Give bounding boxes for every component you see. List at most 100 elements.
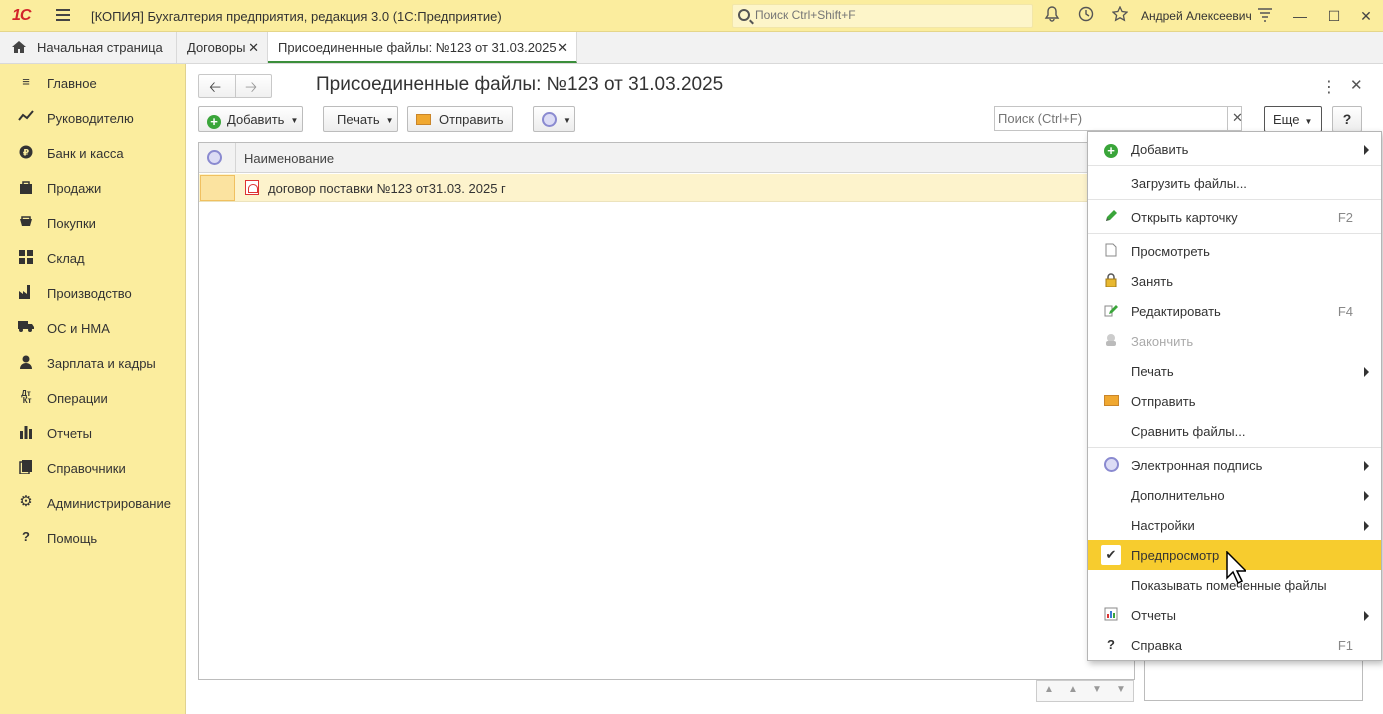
menu-item-settings[interactable]: Настройки: [1088, 510, 1381, 540]
sidebar: ≡ Главное Руководителю ₽ Банк и касса Пр…: [0, 64, 186, 714]
more-button-label: Еще: [1273, 112, 1300, 127]
sidebar-item-purchases[interactable]: Покупки: [0, 205, 185, 240]
favorites-star-icon[interactable]: [1110, 5, 1130, 26]
close-window-icon[interactable]: ✕: [1356, 6, 1376, 26]
close-tab-icon[interactable]: ✕: [248, 40, 259, 56]
add-button[interactable]: + Добавить ▼: [198, 106, 303, 132]
menu-item-edit[interactable]: Редактировать F4: [1088, 296, 1381, 326]
column-header-name[interactable]: Наименование: [244, 151, 334, 166]
sidebar-item-label: Помощь: [47, 531, 98, 546]
print-button[interactable]: Печать ▼: [323, 106, 398, 132]
envelope-icon: [416, 114, 431, 125]
menu-item-label: Загрузить файлы...: [1131, 176, 1247, 191]
menu-item-upload-files[interactable]: Загрузить файлы...: [1088, 168, 1381, 198]
mouse-cursor-icon: [1226, 551, 1246, 585]
menu-item-help[interactable]: ? Справка F1: [1088, 630, 1381, 660]
scroll-down-icon[interactable]: ▼: [1085, 684, 1109, 695]
sidebar-item-manager[interactable]: Руководителю: [0, 100, 185, 135]
sidebar-item-catalogs[interactable]: Справочники: [0, 450, 185, 485]
digital-signature-button[interactable]: ▼: [533, 106, 575, 132]
menu-item-label: Печать: [1131, 364, 1174, 379]
scroll-up-icon[interactable]: ▲: [1061, 684, 1085, 695]
add-button-label: Добавить: [227, 112, 285, 127]
tabs-bar: Начальная страница Договоры ✕ Присоедине…: [0, 32, 1383, 64]
chevron-down-icon: ▼: [563, 116, 571, 126]
search-input[interactable]: [998, 111, 1228, 126]
back-arrow-icon[interactable]: 🡠: [209, 77, 221, 102]
user-name[interactable]: Андрей Алексеевич: [1141, 9, 1252, 23]
menu-item-label: Просмотреть: [1131, 244, 1210, 259]
scroll-bottom-icon[interactable]: ▼: [1109, 684, 1133, 695]
tab-home[interactable]: Начальная страница: [0, 32, 177, 63]
main-menu-icon[interactable]: [56, 9, 70, 21]
sidebar-item-label: Главное: [47, 76, 97, 91]
more-button[interactable]: Еще ▼: [1264, 106, 1322, 134]
menu-item-label: Дополнительно: [1131, 488, 1225, 503]
minimize-icon[interactable]: —: [1290, 6, 1310, 26]
global-search-input[interactable]: [755, 8, 1025, 22]
menu-item-reports[interactable]: Отчеты: [1088, 600, 1381, 630]
menu-item-lock[interactable]: Занять: [1088, 266, 1381, 296]
menu-item-label: Отправить: [1131, 394, 1196, 409]
sidebar-item-reports[interactable]: Отчеты: [0, 415, 185, 450]
sidebar-item-operations[interactable]: Дт Кт Операции: [0, 380, 185, 415]
sidebar-item-label: Руководителю: [47, 111, 134, 126]
menu-item-digital-signature[interactable]: Электронная подпись: [1088, 450, 1381, 480]
submenu-arrow-icon: [1364, 367, 1369, 377]
cart-icon: [18, 215, 34, 229]
tab-contracts[interactable]: Договоры ✕: [177, 32, 268, 63]
nav-buttons: 🡠 🡢: [198, 74, 272, 98]
menu-item-label: Закончить: [1131, 334, 1194, 349]
sidebar-item-payroll[interactable]: Зарплата и кадры: [0, 345, 185, 380]
sidebar-item-administration[interactable]: ⚙ Администрирование: [0, 485, 185, 520]
app-logo[interactable]: 1С: [12, 7, 31, 25]
menu-item-finish[interactable]: Закончить: [1088, 326, 1381, 356]
search-field[interactable]: ✕: [994, 106, 1243, 131]
bell-icon[interactable]: [1042, 6, 1062, 26]
scroll-top-icon[interactable]: ▲: [1037, 684, 1061, 695]
help-button[interactable]: ?: [1332, 106, 1362, 132]
question-icon: ?: [1107, 637, 1115, 652]
submenu-arrow-icon: [1364, 521, 1369, 531]
settings-lines-icon[interactable]: [1255, 6, 1275, 26]
global-search[interactable]: [732, 4, 1033, 28]
menu-item-shortcut: F4: [1337, 304, 1353, 319]
forward-arrow-icon[interactable]: 🡢: [245, 77, 257, 102]
menu-item-add[interactable]: + Добавить: [1088, 134, 1381, 164]
file-name: договор поставки №123 от31.03. 2025 г: [268, 181, 506, 196]
tab-attached-files[interactable]: Присоединенные файлы: №123 от 31.03.2025…: [268, 32, 577, 63]
history-icon[interactable]: [1076, 6, 1096, 26]
more-options-icon[interactable]: ⋮: [1321, 77, 1337, 97]
menu-item-compare-files[interactable]: Сравнить файлы...: [1088, 416, 1381, 446]
person-icon: [18, 355, 34, 369]
menu-item-print[interactable]: Печать: [1088, 356, 1381, 386]
table-row[interactable]: договор поставки №123 от31.03. 2025 г: [199, 174, 1134, 202]
chevron-down-icon: ▼: [290, 116, 299, 126]
sidebar-item-label: Производство: [47, 286, 132, 301]
maximize-icon[interactable]: ☐: [1324, 6, 1344, 26]
sidebar-item-label: Отчеты: [47, 426, 92, 441]
menu-item-additional[interactable]: Дополнительно: [1088, 480, 1381, 510]
tab-home-label: Начальная страница: [37, 40, 163, 55]
send-button[interactable]: Отправить: [407, 106, 513, 132]
sidebar-item-production[interactable]: Производство: [0, 275, 185, 310]
sidebar-item-sales[interactable]: Продажи: [0, 170, 185, 205]
submenu-arrow-icon: [1364, 145, 1369, 155]
sidebar-item-bank[interactable]: ₽ Банк и касса: [0, 135, 185, 170]
bag-icon: [18, 180, 34, 194]
close-form-icon[interactable]: ✕: [1350, 76, 1363, 94]
sidebar-item-label: Справочники: [47, 461, 126, 476]
close-tab-icon[interactable]: ✕: [557, 40, 568, 56]
clear-icon[interactable]: ✕: [1232, 110, 1243, 126]
bar-chart-icon: [18, 425, 34, 439]
menu-item-label: Отчеты: [1131, 608, 1176, 623]
sidebar-item-label: Администрирование: [47, 496, 171, 511]
menu-item-view[interactable]: Просмотреть: [1088, 236, 1381, 266]
menu-item-open-card[interactable]: Открыть карточку F2: [1088, 202, 1381, 232]
sidebar-item-main[interactable]: ≡ Главное: [0, 65, 185, 100]
menu-item-send[interactable]: Отправить: [1088, 386, 1381, 416]
sidebar-item-warehouse[interactable]: Склад: [0, 240, 185, 275]
sidebar-item-assets[interactable]: ОС и НМА: [0, 310, 185, 345]
sidebar-item-help[interactable]: ? Помощь: [0, 520, 185, 555]
factory-icon: [18, 285, 34, 299]
